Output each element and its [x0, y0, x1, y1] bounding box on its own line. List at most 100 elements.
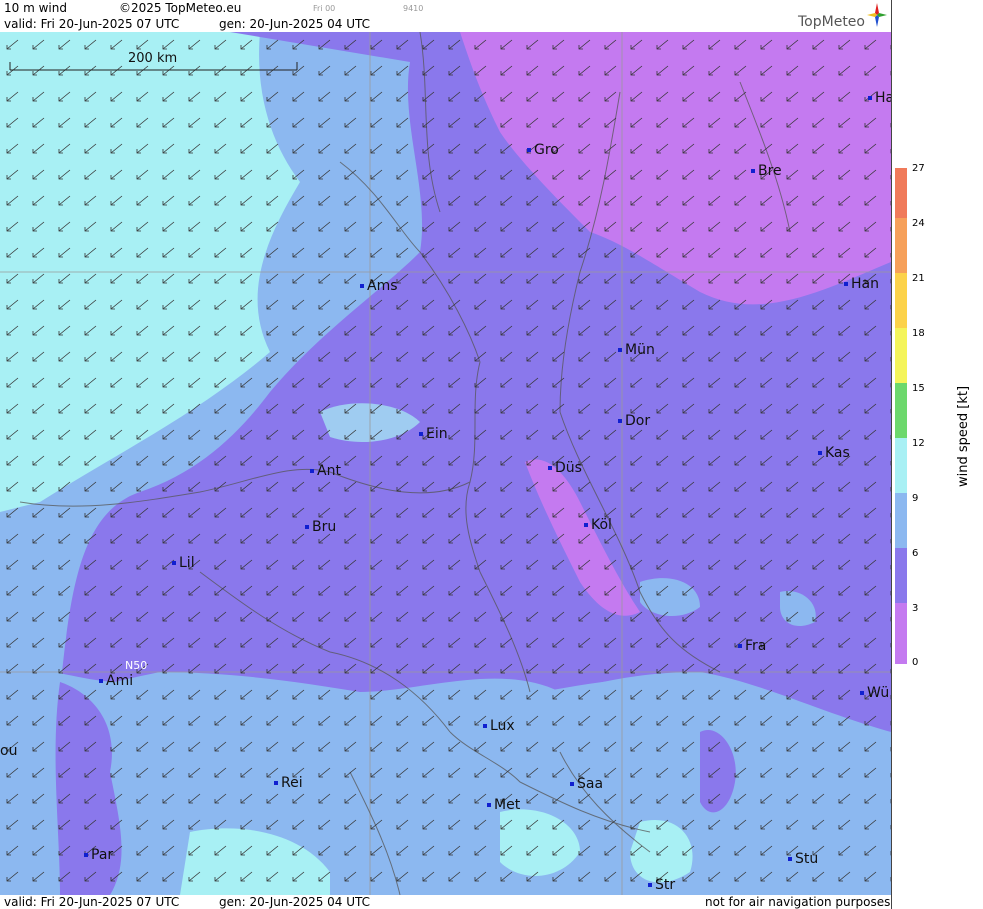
topmeteo-logo[interactable]: TopMeteo — [798, 14, 865, 30]
compass-icon — [867, 3, 887, 27]
city-marker[interactable]: Han — [844, 276, 879, 292]
city-marker[interactable]: ou — [0, 743, 17, 759]
small-time: Fri 00 — [313, 4, 336, 13]
city-label: Met — [494, 797, 521, 813]
city-marker[interactable]: Ant — [310, 463, 341, 479]
city-label: Stu — [795, 851, 819, 867]
city-label: Ein — [426, 426, 448, 442]
city-dot-icon — [274, 781, 278, 785]
city-label: ou — [0, 743, 18, 759]
legend-unit-label: wind speed [kt] — [956, 385, 971, 487]
header-bar: 10 m wind ©2025 TopMeteo.eu Fri 00 9410 … — [0, 0, 891, 32]
valid-time: valid: Fri 20-Jun-2025 07 UTC — [4, 17, 180, 31]
city-dot-icon — [483, 724, 487, 728]
scale-tick: 24 — [912, 218, 925, 229]
scale-tick: 0 — [912, 657, 919, 668]
city-dot-icon — [618, 419, 622, 423]
city-label: Ant — [317, 463, 341, 479]
city-label: Fra — [745, 638, 767, 654]
city-dot-icon — [99, 679, 103, 683]
scale-tick: 9 — [912, 493, 919, 504]
scale-tick: 27 — [912, 163, 925, 174]
city-dot-icon — [738, 644, 742, 648]
city-marker[interactable]: Lux — [483, 718, 515, 734]
scale-tick: 21 — [912, 273, 925, 284]
city-label: Lil — [179, 555, 195, 571]
city-dot-icon — [84, 853, 88, 857]
city-marker[interactable]: Gro — [527, 142, 559, 158]
city-label: Bru — [312, 519, 337, 535]
scale-tick: 15 — [912, 383, 925, 394]
city-marker[interactable]: Köl — [584, 517, 612, 533]
city-marker[interactable]: Dor — [618, 413, 650, 429]
city-dot-icon — [527, 148, 531, 152]
city-marker[interactable]: Ein — [419, 426, 448, 442]
city-marker[interactable]: Str — [648, 877, 675, 893]
city-dot-icon — [818, 451, 822, 455]
city-dot-icon — [548, 466, 552, 470]
product-title: 10 m wind — [4, 1, 67, 15]
city-label: Ams — [367, 278, 398, 294]
city-label: Mün — [625, 342, 655, 358]
city-label: Ha — [875, 90, 891, 106]
footer-bar: valid: Fri 20-Jun-2025 07 UTC gen: 20-Ju… — [0, 895, 891, 909]
city-marker[interactable]: Met — [487, 797, 520, 813]
city-marker[interactable]: Ha — [868, 90, 891, 106]
city-marker[interactable]: Stu — [788, 851, 818, 867]
city-marker[interactable]: Rei — [274, 775, 303, 791]
city-dot-icon — [844, 282, 848, 286]
city-dot-icon — [751, 169, 755, 173]
wind-map[interactable]: 200 km N50 Ha Gro Bre Ams Han Mün Ein Do… — [0, 32, 891, 895]
scale-tick: 6 — [912, 548, 919, 559]
city-dot-icon — [419, 432, 423, 436]
footer-gen-time: gen: 20-Jun-2025 04 UTC — [219, 895, 371, 909]
color-scale-bar — [895, 168, 907, 664]
city-dot-icon — [172, 561, 176, 565]
city-dot-icon — [487, 803, 491, 807]
city-marker[interactable]: Düs — [548, 460, 582, 476]
wind-speed-field — [0, 32, 891, 895]
footer-valid-time: valid: Fri 20-Jun-2025 07 UTC — [4, 895, 180, 909]
city-dot-icon — [648, 883, 652, 887]
city-marker[interactable]: Bru — [305, 519, 336, 535]
city-dot-icon — [788, 857, 792, 861]
city-dot-icon — [860, 691, 864, 695]
city-marker[interactable]: Wü — [860, 685, 889, 701]
city-label: Ami — [106, 673, 134, 689]
city-label: Düs — [555, 460, 582, 476]
city-label: Str — [655, 877, 676, 893]
city-label: Bre — [758, 163, 782, 179]
city-dot-icon — [868, 96, 872, 100]
city-label: Lux — [490, 718, 515, 734]
city-marker[interactable]: Ams — [360, 278, 398, 294]
city-dot-icon — [360, 284, 364, 288]
city-marker[interactable]: Mün — [618, 342, 655, 358]
city-label: Köl — [591, 517, 612, 533]
city-marker[interactable]: Saa — [570, 776, 603, 792]
city-marker[interactable]: Fra — [738, 638, 766, 654]
city-dot-icon — [310, 469, 314, 473]
city-marker[interactable]: Kas — [818, 445, 850, 461]
scale-tick: 18 — [912, 328, 925, 339]
city-dot-icon — [570, 782, 574, 786]
city-label: Wü — [867, 685, 890, 701]
city-label: Saa — [577, 776, 604, 792]
scale-label: 200 km — [128, 51, 178, 66]
copyright: ©2025 TopMeteo.eu — [119, 1, 242, 15]
gen-time: gen: 20-Jun-2025 04 UTC — [219, 17, 371, 31]
city-dot-icon — [618, 348, 622, 352]
city-marker[interactable]: Par — [84, 847, 113, 863]
city-label: Han — [851, 276, 879, 292]
city-label: Rei — [281, 775, 303, 791]
latitude-label: N50 — [125, 659, 148, 672]
scale-tick: 12 — [912, 438, 925, 449]
city-marker[interactable]: Lil — [172, 555, 195, 571]
small-code: 9410 — [403, 4, 424, 13]
navigation-disclaimer: not for air navigation purposes — [705, 895, 891, 909]
scale-tick: 3 — [912, 603, 919, 614]
city-marker[interactable]: Ami — [99, 673, 133, 689]
city-label: Kas — [825, 445, 850, 461]
city-label: Par — [91, 847, 114, 863]
city-dot-icon — [584, 523, 588, 527]
city-marker[interactable]: Bre — [751, 163, 782, 179]
